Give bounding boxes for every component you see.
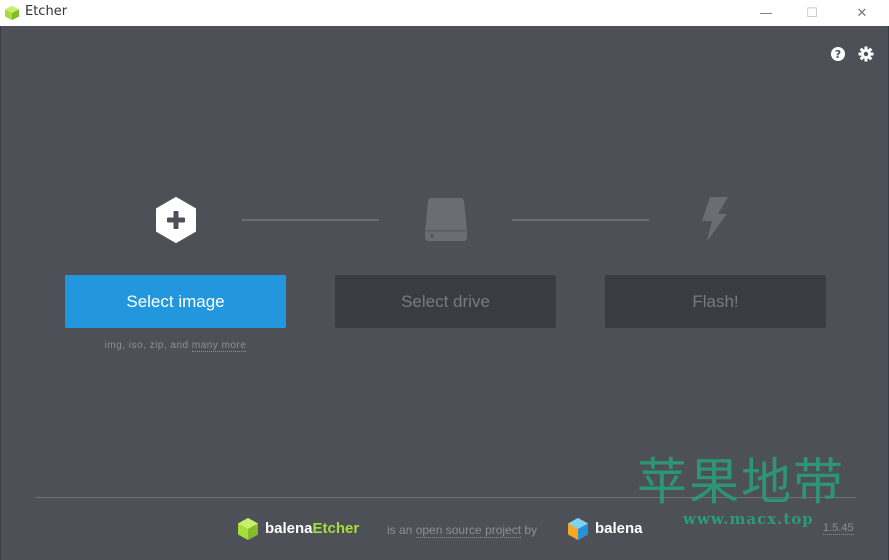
balena-logo-icon[interactable] — [567, 517, 589, 541]
main-panel: ? Select image Select drive Flash! img, … — [0, 26, 889, 560]
formats-text: img, iso, zip, and — [104, 340, 192, 351]
close-button[interactable]: ✕ — [839, 0, 885, 26]
supported-formats: img, iso, zip, and many more — [65, 340, 286, 352]
company-name[interactable]: balena — [595, 520, 643, 537]
help-icon[interactable]: ? — [830, 46, 846, 62]
window-title: Etcher — [25, 4, 68, 19]
watermark-url: www.macx.top — [683, 510, 814, 528]
drive-icon — [425, 198, 467, 241]
oss-prefix: is an — [387, 523, 416, 537]
flash-button[interactable]: Flash! — [605, 275, 826, 328]
title-bar: Etcher — ☐ ✕ — [0, 0, 889, 26]
brand-suffix: Etcher — [312, 520, 360, 537]
maximize-button[interactable]: ☐ — [789, 0, 835, 26]
etcher-app-icon — [5, 6, 19, 20]
etcher-logo-icon[interactable] — [237, 517, 259, 541]
oss-suffix: by — [521, 523, 538, 537]
brand-prefix: balena — [265, 520, 313, 537]
watermark-chinese: 苹果地带 — [637, 453, 845, 511]
step-connector-1 — [242, 219, 379, 221]
select-image-button[interactable]: Select image — [65, 275, 286, 328]
minimize-icon: — — [759, 5, 773, 21]
many-more-link[interactable]: many more — [191, 340, 247, 352]
flash-label: Flash! — [692, 291, 739, 311]
brand-name[interactable]: balenaEtcher — [265, 520, 359, 537]
watermark: 苹果地带 www.macx.top — [637, 454, 859, 554]
select-drive-label: Select drive — [401, 291, 490, 311]
svg-text:?: ? — [835, 48, 841, 61]
lightning-icon — [702, 197, 728, 241]
select-drive-button[interactable]: Select drive — [335, 275, 556, 328]
maximize-icon: ☐ — [806, 5, 818, 21]
select-image-label: Select image — [126, 291, 225, 311]
gear-icon[interactable] — [858, 46, 874, 62]
minimize-button[interactable]: — — [743, 0, 789, 26]
open-source-link[interactable]: open source project — [415, 523, 522, 538]
close-icon: ✕ — [856, 5, 868, 21]
plus-icon — [156, 197, 196, 243]
open-source-note: is an open source project by — [387, 523, 538, 538]
step-connector-2 — [512, 219, 649, 221]
